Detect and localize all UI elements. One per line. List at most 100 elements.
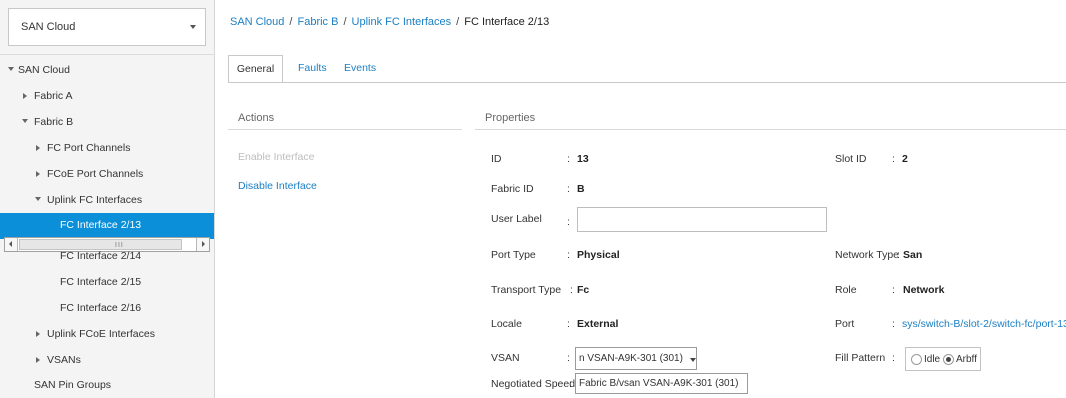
tree-item-fc-interface-2-15[interactable]: FC Interface 2/15 [0,270,214,296]
navigation-sidebar: SAN Cloud SAN Cloud Fabric A Fabric B FC… [0,0,215,398]
properties-title: Properties [485,112,536,124]
chevron-down-icon [190,25,196,29]
colon: : [567,249,570,261]
tree-item-label: SAN Pin Groups [34,379,112,391]
tree-item-fcoe-port-channels[interactable]: FCoE Port Channels [0,162,214,188]
vsan-dropdown-option-label: Fabric B/vsan VSAN-A9K-301 (301) [579,378,739,389]
tree-item-fabric-b[interactable]: Fabric B [0,110,214,136]
caret-down-icon[interactable] [8,67,14,71]
network-type-label: Network Type [835,249,899,261]
tree-item-san-pin-groups[interactable]: SAN Pin Groups [0,373,214,398]
tree-item-label: FC Interface 2/14 [60,250,142,262]
tree-item-label: Fabric A [34,90,73,102]
tree-item-label: SAN Cloud [18,64,70,76]
tab-divider [228,82,1066,83]
slot-id-label: Slot ID [835,153,867,165]
tree-item-vsans[interactable]: VSANs [0,348,214,374]
fill-pattern-radio-group: Idle Arbff [905,347,981,371]
tree-item-label: Fabric B [34,116,74,128]
colon: : [892,318,895,330]
tab-events[interactable]: Events [344,55,376,83]
fill-pattern-label: Fill Pattern [835,352,886,364]
breadcrumb: SAN Cloud / Fabric B / Uplink FC Interfaces /… [230,16,549,28]
port-label: Port [835,318,855,330]
divider [0,54,215,55]
breadcrumb-separator: / [456,16,460,28]
caret-down-icon[interactable] [22,119,28,123]
main-content: SAN Cloud / Fabric B / Uplink FC Interfaces /… [216,0,1066,398]
tree-item-label: Uplink FC Interfaces [47,194,143,206]
fill-pattern-arbff-label: Arbff [956,354,977,365]
colon: : [567,216,570,228]
fabric-id-label: Fabric ID [491,183,534,195]
colon: : [570,284,573,296]
role-value: Network [903,284,945,296]
caret-down-icon[interactable] [35,197,41,201]
vsan-dropdown-option[interactable]: Fabric B/vsan VSAN-A9K-301 (301) [575,373,748,394]
vsan-select-value: n VSAN-A9K-301 (301) [579,353,683,364]
locale-label: Locale [491,318,522,330]
vsan-label: VSAN [491,352,520,364]
tree-item-label: FC Port Channels [47,142,131,154]
fill-pattern-idle-radio[interactable] [911,354,922,365]
colon: : [569,378,572,390]
disable-interface-action[interactable]: Disable Interface [238,180,317,192]
transport-type-label: Transport Type [491,284,562,296]
colon: : [892,284,895,296]
caret-right-icon[interactable] [36,357,40,363]
tree-item-label: FC Interface 2/15 [60,276,142,288]
user-label-input[interactable] [577,207,827,232]
breadcrumb-current: FC Interface 2/13 [464,16,550,28]
colon: : [567,153,570,165]
chevron-down-icon [690,358,696,362]
tree-item-uplink-fcoe-interfaces[interactable]: Uplink FCoE Interfaces [0,322,214,348]
caret-right-icon[interactable] [36,171,40,177]
locale-value: External [577,318,619,330]
tree-item-san-cloud[interactable]: SAN Cloud [0,58,214,84]
tree-item-label: Uplink FCoE Interfaces [47,328,155,340]
caret-right-icon[interactable] [36,145,40,151]
tree-item-fc-port-channels[interactable]: FC Port Channels [0,136,214,162]
vsan-select[interactable]: n VSAN-A9K-301 (301) [575,347,697,370]
colon: : [567,318,570,330]
tree-item-fc-interface-2-13[interactable]: FC Interface 2/13 [0,213,214,239]
breadcrumb-separator: / [343,16,347,28]
port-type-label: Port Type [491,249,536,261]
negotiated-speed-label: Negotiated Speed [491,378,576,390]
breadcrumb-separator: / [289,16,293,28]
tree-item-fabric-a[interactable]: Fabric A [0,84,214,110]
colon: : [892,153,895,165]
port-link[interactable]: sys/switch-B/slot-2/switch-fc/port-13 [902,318,1066,330]
breadcrumb-link-fabric-b[interactable]: Fabric B [297,16,338,28]
caret-right-icon[interactable] [36,331,40,337]
scope-select-value: SAN Cloud [21,21,76,33]
port-type-value: Physical [577,249,620,261]
network-type-value: San [903,249,923,261]
fabric-id-value: B [577,183,585,195]
user-label-label: User Label [491,213,542,225]
id-value: 13 [577,153,589,165]
tree-item-label: FC Interface 2/13 [60,219,142,231]
divider [475,129,1066,130]
transport-type-value: Fc [577,284,590,296]
tree-item-label: VSANs [47,354,81,366]
id-label: ID [491,153,502,165]
tree-item-uplink-fc-interfaces[interactable]: Uplink FC Interfaces [0,188,214,214]
role-label: Role [835,284,857,296]
divider [228,129,462,130]
colon: : [892,352,895,364]
colon: : [897,249,900,261]
tree-item-fc-interface-2-14[interactable]: FC Interface 2/14 [0,244,214,270]
colon: : [567,183,570,195]
enable-interface-action: Enable Interface [238,151,315,163]
tab-general[interactable]: General [228,55,283,83]
slot-id-value: 2 [902,153,908,165]
tree-item-label: FC Interface 2/16 [60,302,142,314]
breadcrumb-link-uplink-fc-interfaces[interactable]: Uplink FC Interfaces [352,16,452,28]
breadcrumb-link-san-cloud[interactable]: SAN Cloud [230,16,284,28]
tree-item-fc-interface-2-16[interactable]: FC Interface 2/16 [0,296,214,322]
fill-pattern-arbff-radio[interactable] [943,354,954,365]
scope-select[interactable]: SAN Cloud [8,8,206,46]
tab-faults[interactable]: Faults [298,55,327,83]
caret-right-icon[interactable] [23,93,27,99]
